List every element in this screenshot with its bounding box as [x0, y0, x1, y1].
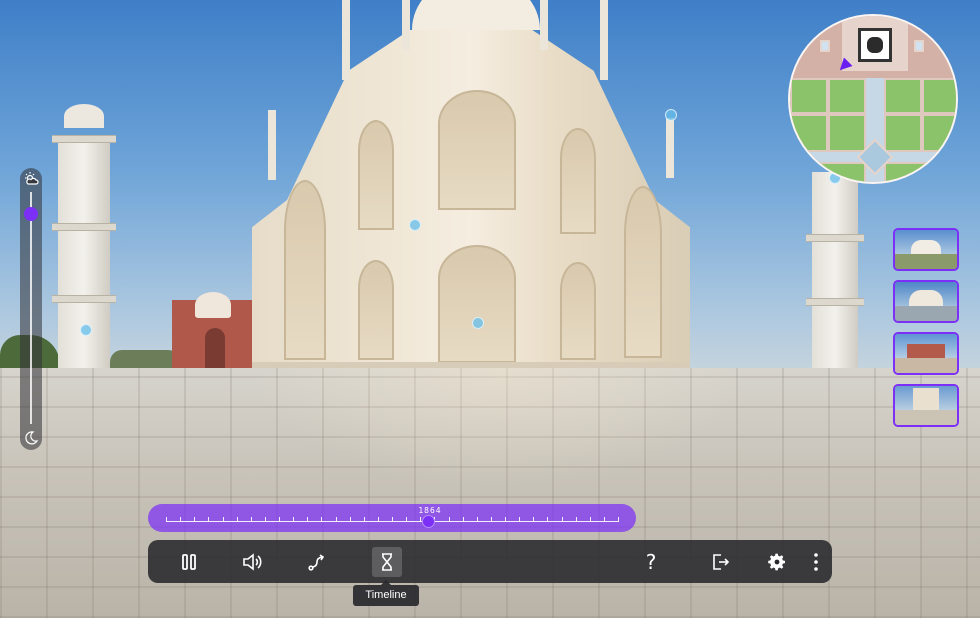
timeline-tick — [448, 517, 450, 522]
timeline-tick — [392, 517, 393, 522]
settings-button[interactable] — [762, 547, 792, 577]
time-of-day-track[interactable] — [30, 192, 32, 424]
timeline-tick — [335, 517, 337, 522]
minimap-tomb-icon — [858, 28, 892, 62]
gear-icon — [768, 553, 785, 571]
scene-thumbnail-2[interactable] — [893, 280, 959, 323]
timeline-tick — [321, 517, 323, 522]
scene-thumbnail-1[interactable] — [893, 228, 959, 271]
pinnacle — [402, 0, 410, 50]
timeline-tick — [166, 517, 167, 522]
trees — [110, 350, 180, 368]
scene-thumbnail-4[interactable] — [893, 384, 959, 427]
timeline-tick — [250, 517, 252, 522]
hotspot[interactable] — [472, 317, 484, 329]
control-bar: ? — [148, 540, 832, 583]
timeline-tick — [264, 517, 266, 522]
timeline-tick — [180, 517, 182, 522]
route-button[interactable] — [302, 547, 332, 577]
right-arch — [560, 128, 596, 234]
timeline-tick — [349, 517, 351, 522]
exit-button[interactable] — [705, 547, 735, 577]
scene-thumbnails — [893, 228, 959, 436]
timeline-tick — [194, 517, 196, 522]
hotspot[interactable] — [80, 324, 92, 336]
pinnacle — [540, 0, 548, 50]
minimap[interactable] — [788, 14, 958, 184]
timeline-tick — [236, 517, 238, 522]
timeline-tick — [618, 517, 619, 522]
left-arch — [358, 120, 394, 230]
timeline-tick — [547, 517, 549, 522]
time-of-day-handle[interactable] — [24, 207, 38, 222]
timeline-tick — [420, 517, 422, 522]
help-button[interactable]: ? — [636, 547, 666, 577]
pinnacle — [268, 110, 276, 180]
timeline-tick — [279, 517, 280, 522]
hourglass-icon — [382, 553, 392, 571]
cloud-sun-icon — [23, 171, 39, 187]
timeline-tick — [293, 517, 295, 522]
timeline-tick — [575, 517, 577, 522]
timeline-tick — [519, 517, 521, 522]
volume-icon — [243, 553, 262, 571]
timeline-tick — [208, 517, 210, 522]
right-minaret — [806, 172, 864, 372]
timeline-year: 1864 — [418, 506, 442, 515]
far-left-arch — [284, 180, 326, 360]
pinnacle — [600, 0, 608, 80]
pause-button[interactable] — [174, 547, 204, 577]
mosque-arch — [205, 328, 225, 368]
timeline-tooltip: Timeline — [353, 580, 419, 606]
more-button[interactable] — [801, 547, 831, 577]
exit-icon — [713, 554, 730, 570]
hotspot[interactable] — [665, 109, 677, 121]
help-label: ? — [645, 550, 657, 574]
volume-button[interactable] — [237, 547, 267, 577]
timeline-tick — [476, 517, 478, 522]
timeline-tick — [589, 517, 591, 522]
pause-icon — [182, 554, 196, 570]
central-arch — [438, 90, 516, 210]
main-dome — [412, 0, 540, 30]
mosque-dome — [195, 292, 231, 318]
timeline-slider[interactable]: 1864 — [148, 504, 636, 532]
timeline-tick — [363, 517, 365, 522]
time-of-day-slider[interactable] — [20, 168, 42, 450]
timeline-tick — [307, 517, 309, 522]
route-icon — [308, 554, 325, 571]
timeline-tick — [377, 517, 379, 522]
pinnacle — [342, 0, 350, 80]
hotspot[interactable] — [409, 219, 421, 231]
pinnacle — [666, 118, 674, 178]
scene-thumbnail-3[interactable] — [893, 332, 959, 375]
more-vertical-icon — [814, 553, 818, 571]
timeline-tick — [533, 517, 535, 522]
central-lower-arch — [438, 245, 516, 363]
timeline-tick — [561, 517, 563, 522]
timeline-tick — [462, 517, 464, 522]
timeline-button[interactable] — [372, 547, 402, 577]
left-lower-arch — [358, 260, 394, 360]
right-lower-arch — [560, 262, 596, 360]
timeline-tick — [406, 517, 408, 522]
timeline-track[interactable] — [166, 517, 619, 522]
far-right-arch — [624, 186, 662, 358]
timeline-handle[interactable] — [422, 515, 436, 528]
timeline-tick — [222, 517, 224, 522]
timeline-tick — [505, 517, 506, 522]
left-minaret-top — [64, 104, 104, 128]
timeline-tick — [490, 517, 492, 522]
timeline-tick — [603, 517, 605, 522]
moon-icon — [23, 430, 39, 446]
